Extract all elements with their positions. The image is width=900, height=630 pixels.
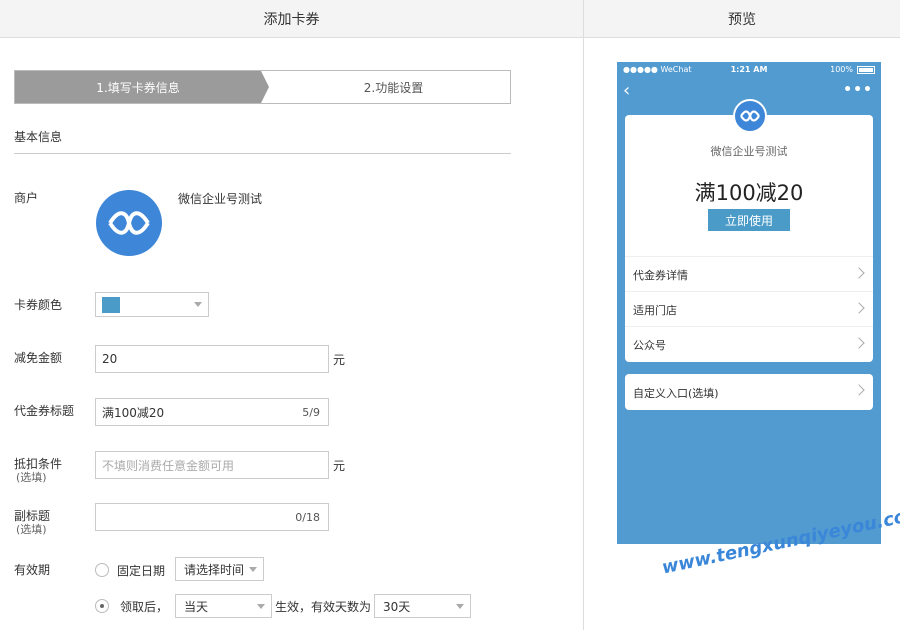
battery-icon: [857, 66, 875, 74]
subtitle-char-count: 0/18: [295, 511, 320, 524]
color-select[interactable]: [95, 292, 209, 317]
step-fill-info-label: 1.填写卡券信息: [96, 80, 180, 95]
title-input[interactable]: 满100减20 5/9: [95, 398, 329, 426]
back-icon[interactable]: ‹: [623, 82, 630, 100]
discount-unit: 元: [333, 353, 346, 367]
editor-header: 添加卡券: [0, 0, 583, 38]
row-applicable-stores[interactable]: 适用门店: [625, 291, 873, 326]
chevron-down-icon: [249, 567, 257, 572]
row-applicable-stores-label: 适用门店: [633, 304, 677, 317]
fixed-date-select[interactable]: 请选择时间: [175, 557, 264, 581]
chevron-down-icon: [194, 302, 202, 307]
after-receive-select[interactable]: 当天: [175, 594, 272, 618]
subtitle-input[interactable]: 0/18: [95, 503, 329, 531]
after-receive-select-value: 当天: [184, 599, 209, 614]
merchant-name: 微信企业号测试: [178, 192, 263, 206]
row-coupon-details[interactable]: 代金券详情: [625, 256, 873, 291]
subtitle-label-text: 副标题: [14, 509, 51, 523]
row-coupon-details-label: 代金券详情: [633, 269, 688, 282]
status-bar: ●●●●● WeChat 1:21 AM 100%: [617, 62, 881, 78]
discount-value: 20: [102, 352, 118, 366]
section-title: 基本信息: [14, 130, 63, 144]
condition-unit: 元: [333, 459, 346, 473]
fixed-date-label: 固定日期: [117, 564, 166, 578]
step-indicator: 1.填写卡券信息 2.功能设置: [14, 70, 511, 104]
merchant-label: 商户: [14, 191, 39, 205]
step-function-settings-label: 2.功能设置: [363, 80, 424, 95]
condition-placeholder: 不填则消费任意金额可用: [102, 458, 235, 473]
custom-entry-card[interactable]: 自定义入口(选填): [625, 374, 873, 410]
chat-logo-icon: [96, 190, 162, 256]
section-divider: [14, 153, 511, 154]
subtitle-optional: (选填): [16, 523, 47, 536]
step-function-settings[interactable]: 2.功能设置: [277, 71, 510, 103]
chevron-right-icon: [853, 302, 865, 314]
step-fill-info[interactable]: 1.填写卡券信息: [15, 71, 261, 103]
use-now-label: 立即使用: [724, 213, 773, 228]
panel-divider: [583, 38, 584, 630]
chat-logo-icon: [733, 99, 767, 133]
radio-fixed-date[interactable]: [95, 563, 109, 577]
title-char-count: 5/9: [302, 406, 320, 419]
fixed-date-select-value: 请选择时间: [184, 562, 245, 577]
chevron-down-icon: [456, 604, 464, 609]
title-label: 代金券标题: [14, 404, 75, 418]
days-select[interactable]: 30天: [374, 594, 471, 618]
phone-preview: ●●●●● WeChat 1:21 AM 100% ‹ ••• 微信企业号测试 …: [617, 62, 881, 544]
step-arrow: [261, 71, 269, 103]
chevron-right-icon: [853, 267, 865, 279]
more-icon[interactable]: •••: [843, 82, 873, 98]
chevron-down-icon: [257, 604, 265, 609]
chevron-right-icon: [853, 337, 865, 349]
radio-after-receive[interactable]: [95, 599, 109, 613]
custom-entry-label: 自定义入口(选填): [633, 387, 719, 400]
validity-label: 有效期: [14, 563, 51, 577]
color-swatch: [102, 297, 120, 313]
discount-label: 减免金额: [14, 351, 63, 365]
subtitle-label: 副标题 (选填): [14, 509, 50, 537]
preview-merchant-name: 微信企业号测试: [710, 145, 788, 158]
title-value: 满100减20: [102, 405, 165, 420]
row-official-account[interactable]: 公众号: [625, 326, 873, 361]
condition-input[interactable]: 不填则消费任意金额可用: [95, 451, 329, 479]
preview-coupon-title: 满100减20: [694, 181, 804, 205]
condition-label-text: 抵扣条件: [14, 457, 63, 471]
color-label: 卡券颜色: [14, 298, 63, 312]
chevron-right-icon: [853, 384, 865, 396]
coupon-card: 微信企业号测试 满100减20 立即使用 代金券详情 适用门店 公众号: [625, 99, 873, 362]
preview-header: 预览: [583, 0, 900, 38]
condition-label: 抵扣条件 (选填): [14, 457, 62, 485]
battery-percent: 100%: [830, 65, 853, 74]
days-select-value: 30天: [383, 599, 411, 614]
editor-title: 添加卡券: [263, 11, 320, 28]
preview-title: 预览: [728, 11, 756, 28]
discount-input[interactable]: 20: [95, 345, 329, 373]
use-now-button[interactable]: 立即使用: [708, 209, 790, 231]
condition-optional: (选填): [16, 471, 47, 484]
effective-text: 生效，有效天数为: [275, 600, 372, 614]
row-official-account-label: 公众号: [633, 339, 666, 352]
after-receive-label: 领取后，: [120, 600, 169, 614]
page: 添加卡券 预览 1.填写卡券信息 2.功能设置 基本信息 商户 微信企业号测试 …: [0, 0, 900, 630]
